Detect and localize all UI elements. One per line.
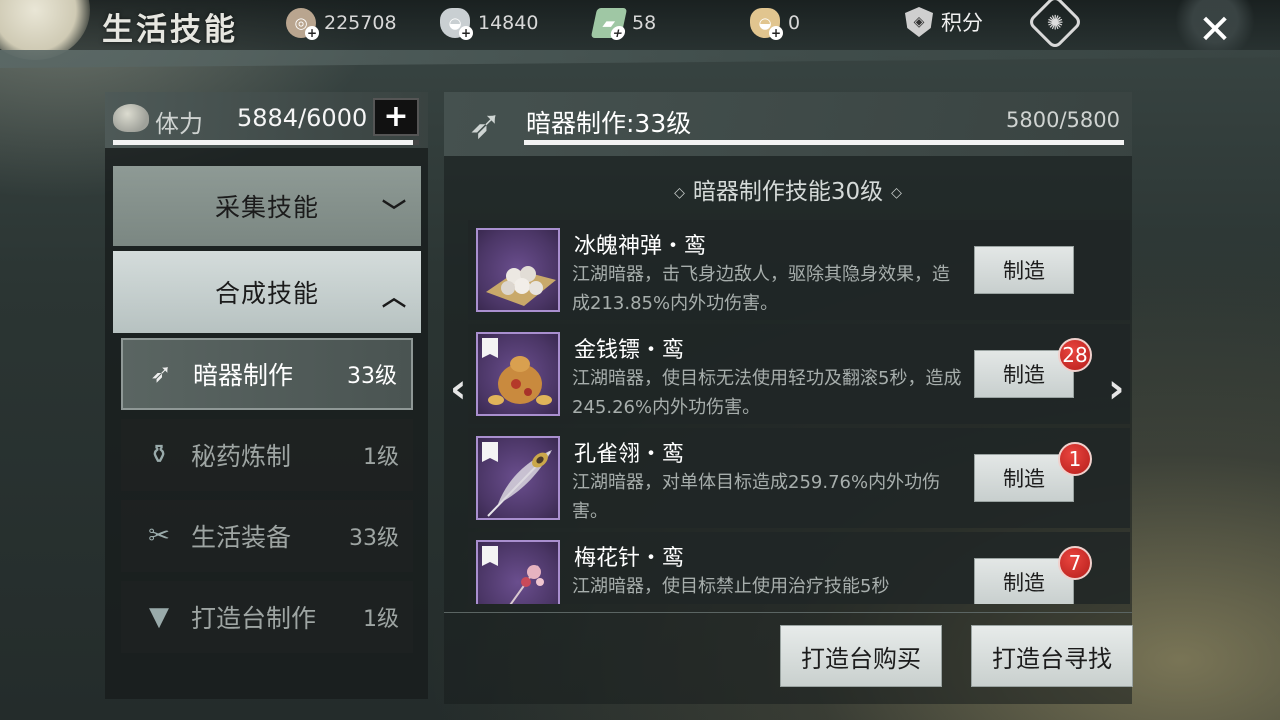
jade-ticket-icon: ▰ + [590,8,628,40]
stamina-progress-fill [113,140,414,145]
skill-item-hidden-weapon[interactable]: ➶ 暗器制作 33级 [121,338,413,410]
prev-page-button[interactable]: ‹ [450,366,466,412]
stamina-bar: 体力 5884/6000 + [105,92,428,148]
recipe-item[interactable]: 孔雀翎・鸾 江湖暗器，对单体目标造成259.76%内外功伤害。 制造 1 [468,428,1130,528]
currency-value: 14840 [478,12,539,34]
skill-detail-title: 暗器制作:33级 [526,109,692,138]
plus-icon: + [383,99,409,134]
level-caption-text: 暗器制作技能30级 [692,179,884,205]
page-title: 生活技能 [102,12,238,48]
skill-exp-progress-fill [524,140,1124,145]
skill-name: 秘药炼制 [191,442,292,471]
list-divider [444,612,1132,613]
category-synth-skills[interactable]: 合成技能 ︿ [113,251,421,333]
plum-needle-item-icon [476,540,560,604]
dart-icon: ➶ [150,359,172,389]
gold-ingot-icon: ◒ + [750,8,783,40]
add-stamina-button[interactable]: + [373,98,419,136]
title-underline [0,50,1280,68]
scissors-icon: ✂ [148,521,170,551]
currency-value: 58 [632,12,657,34]
skill-exp-value: 5800/5800 [1006,108,1120,132]
skill-name: 暗器制作 [193,361,294,390]
recipe-description: 江湖暗器，击飞身边敌人，驱除其隐身效果，造成213.85%内外功伤害。 [572,264,950,314]
recipe-name: 冰魄神弹・鸾 [574,234,707,259]
count-badge: 28 [1058,338,1092,372]
points-button[interactable]: ◈ 积分 [905,7,983,37]
dart-icon: ➶ [468,102,502,148]
stamina-value: 5884/6000 [237,104,368,132]
currency-coins[interactable]: ◎ + 225708 [286,8,397,40]
potion-icon: ⚱ [148,440,170,470]
recipe-item[interactable]: 冰魄神弹・鸾 江湖暗器，击飞身边敌人，驱除其隐身效果，造成213.85%内外功伤… [468,220,1130,320]
recipe-name: 梅花针・鸾 [574,546,685,571]
chevron-right-icon: › [1108,366,1125,412]
stamina-progress [113,140,419,145]
shield-icon: ◈ [905,7,933,37]
next-page-button[interactable]: › [1108,366,1124,412]
make-button[interactable]: 制造 [974,246,1074,294]
skill-exp-progress [524,140,1124,145]
recipe-description: 江湖暗器，对单体目标造成259.76%内外功伤害。 [572,472,941,522]
coin-dart-item-icon [476,332,560,416]
skill-item-forge[interactable]: ▼ 打造台制作 1级 [121,581,413,653]
chevron-down-icon: ﹀ [382,198,407,226]
currency-gold[interactable]: ◒ + 0 [750,8,801,40]
points-label: 积分 [941,11,983,35]
skill-name: 生活装备 [191,523,292,552]
skill-sidebar: 体力 5884/6000 + 采集技能 ﹀ 合成技能 ︿ ➶ 暗器制作 33级 … [105,92,428,699]
skill-item-potion[interactable]: ⚱ 秘药炼制 1级 [121,419,413,491]
recipe-name: 金钱镖・鸾 [574,338,685,363]
buy-forge-button[interactable]: 打造台购买 [780,625,942,687]
ice-bullet-item-icon [476,228,560,312]
stamina-label: 体力 [155,110,203,138]
recipe-name: 孔雀翎・鸾 [574,442,685,467]
diamond-icon: ◇ [674,184,685,201]
find-forge-button[interactable]: 打造台寻找 [971,625,1133,687]
currency-value: 225708 [324,12,397,34]
recipe-item[interactable]: 梅花针・鸾 江湖暗器，使目标禁止使用治疗技能5秒 制造 [468,532,1130,604]
skill-level: 33级 [347,364,397,389]
skill-detail-header: ➶ 暗器制作:33级 5800/5800 [444,92,1132,156]
currency-value: 0 [788,12,801,34]
skill-level: 1级 [363,445,399,470]
skill-item-life-equipment[interactable]: ✂ 生活装备 33级 [121,500,413,572]
swirl-icon: ✺ [1046,9,1064,34]
recipe-item[interactable]: 金钱镖・鸾 江湖暗器，使目标无法使用轻功及翻滚5秒，造成245.26%内外功伤害… [468,324,1130,424]
chevron-up-icon: ︿ [382,283,407,311]
skill-level: 33级 [349,526,399,551]
category-label: 采集技能 [214,193,319,222]
level-caption: ◇ 暗器制作技能30级 ◇ [444,172,1132,206]
coin-pouch-icon: ◎ + [286,8,319,40]
skill-name: 打造台制作 [191,604,317,633]
chevron-left-icon: ‹ [450,366,467,412]
peacock-feather-item-icon [476,436,560,520]
recipe-description: 江湖暗器，使目标无法使用轻功及翻滚5秒，造成245.26%内外功伤害。 [572,368,962,418]
silver-ingot-icon: ◒ + [440,8,473,40]
count-badge: 1 [1058,442,1092,476]
category-collect-skills[interactable]: 采集技能 ﹀ [113,166,421,246]
currency-silver[interactable]: ◒ + 14840 [440,8,539,40]
skill-level: 1级 [363,607,399,632]
recipe-description: 江湖暗器，使目标禁止使用治疗技能5秒 [572,576,890,597]
count-badge: 7 [1058,546,1092,580]
close-icon: ✕ [1198,7,1232,53]
category-label: 合成技能 [214,279,319,308]
diamond-icon: ◇ [891,184,902,201]
steamed-bun-icon [113,104,149,132]
currency-jade[interactable]: ▰ + 58 [590,8,657,40]
anvil-icon: ▼ [149,602,169,632]
